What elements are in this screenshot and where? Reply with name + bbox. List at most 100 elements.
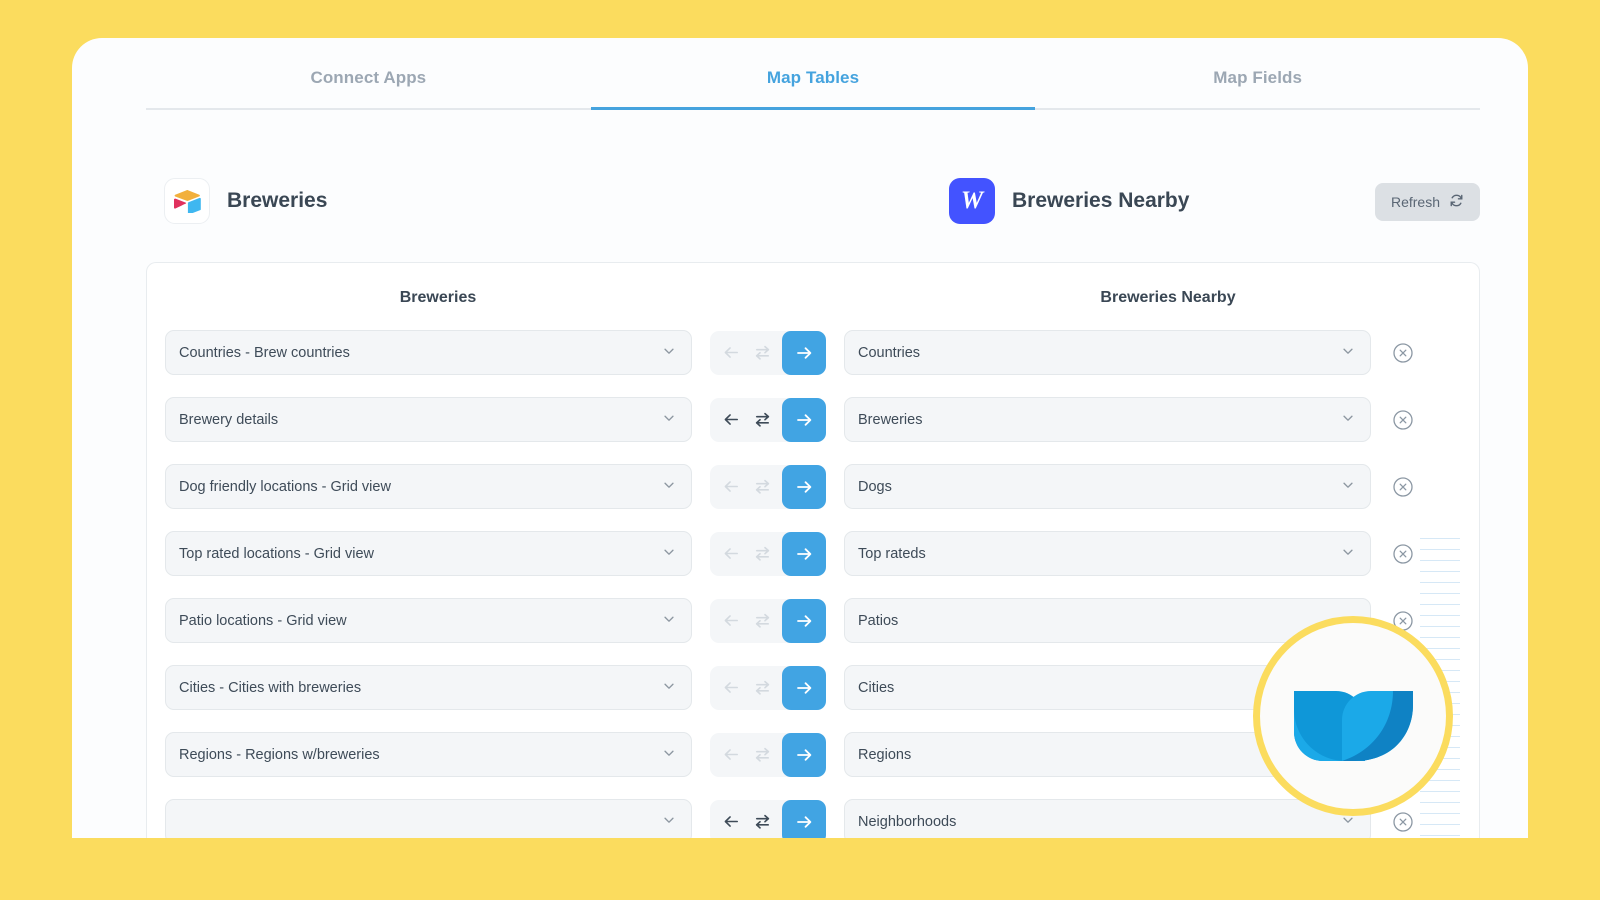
source-table-value: Countries - Brew countries <box>179 344 350 361</box>
sync-direction-left-button[interactable] <box>720 476 742 498</box>
destination-app-name: Breweries Nearby <box>1012 189 1190 212</box>
chevron-down-icon <box>1341 344 1355 362</box>
table-mapping-row: Countries - Brew countries Countries <box>147 319 1479 386</box>
destination-table-value: Top rateds <box>858 545 926 562</box>
destination-table-select[interactable]: Neighborhoods <box>844 799 1371 838</box>
sync-direction-left-button[interactable] <box>720 811 742 833</box>
webflow-icon: W <box>949 178 995 224</box>
sync-direction-group <box>710 665 826 710</box>
sync-direction-left-button[interactable] <box>720 677 742 699</box>
sync-direction-two-way-button[interactable] <box>751 409 773 431</box>
source-table-value: Top rated locations - Grid view <box>179 545 375 562</box>
sync-direction-left-button[interactable] <box>720 409 742 431</box>
sync-direction-group <box>710 464 826 509</box>
table-mapping-row: Top rated locations - Grid view Top rated… <box>147 520 1479 587</box>
airtable-icon <box>164 178 210 224</box>
destination-table-value: Countries <box>858 344 921 361</box>
destination-app: W Breweries Nearby <box>949 178 1189 224</box>
remove-mapping-button[interactable] <box>1391 810 1415 834</box>
chevron-down-icon <box>662 344 676 362</box>
sync-direction-two-way-button[interactable] <box>751 543 773 565</box>
source-table-value: Dog friendly locations - Grid view <box>179 478 391 495</box>
destination-table-value: Patios <box>858 612 899 629</box>
source-table-value: Cities - Cities with breweries <box>179 679 362 696</box>
destination-table-select[interactable]: Countries <box>844 330 1371 375</box>
table-mapping-row: Neighborhoods <box>147 788 1479 838</box>
sync-direction-right-button[interactable] <box>782 531 826 576</box>
refresh-button-label: Refresh <box>1390 194 1440 210</box>
destination-table-select[interactable]: Top rateds <box>844 531 1371 576</box>
sync-direction-two-way-button[interactable] <box>751 677 773 699</box>
source-table-select[interactable]: Cities - Cities with breweries <box>165 665 692 710</box>
sync-direction-right-button[interactable] <box>782 799 826 838</box>
source-table-select[interactable]: Countries - Brew countries <box>165 330 692 375</box>
sync-direction-two-way-button[interactable] <box>751 744 773 766</box>
source-table-select[interactable] <box>165 799 692 838</box>
column-header-destination: Breweries Nearby <box>1100 289 1236 306</box>
table-mapping-row: Dog friendly locations - Grid view Dogs <box>147 453 1479 520</box>
chevron-down-icon <box>662 679 676 697</box>
sync-direction-right-button[interactable] <box>782 732 826 777</box>
refresh-button[interactable]: Refresh <box>1374 183 1480 221</box>
chevron-down-icon <box>662 478 676 496</box>
source-table-select[interactable]: Regions - Regions w/breweries <box>165 732 692 777</box>
source-app: Breweries <box>164 178 327 224</box>
webflow-logo-letter: W <box>960 187 984 214</box>
sync-direction-right-button[interactable] <box>782 464 826 509</box>
destination-table-value: Neighborhoods <box>858 813 957 830</box>
destination-table-select[interactable]: Breweries <box>844 397 1371 442</box>
sync-direction-right-button[interactable] <box>782 397 826 442</box>
sync-direction-right-button[interactable] <box>782 598 826 643</box>
source-app-name: Breweries <box>227 189 328 212</box>
sync-direction-two-way-button[interactable] <box>751 610 773 632</box>
destination-table-select[interactable]: Dogs <box>844 464 1371 509</box>
source-table-select[interactable]: Patio locations - Grid view <box>165 598 692 643</box>
sync-direction-group <box>710 330 826 375</box>
sync-direction-group <box>710 531 826 576</box>
source-table-value: Brewery details <box>179 411 279 428</box>
tab-map-fields[interactable]: Map Fields <box>1035 68 1481 110</box>
chevron-down-icon <box>1341 478 1355 496</box>
sync-direction-left-button[interactable] <box>720 342 742 364</box>
chevron-down-icon <box>1341 545 1355 563</box>
sync-direction-left-button[interactable] <box>720 610 742 632</box>
chevron-down-icon <box>1341 411 1355 429</box>
chevron-down-icon <box>662 411 676 429</box>
chevron-down-icon <box>662 746 676 764</box>
source-table-select[interactable]: Brewery details <box>165 397 692 442</box>
apps-header-row: Breweries W Breweries Nearby Refresh <box>146 178 1480 240</box>
chevron-down-icon <box>662 545 676 563</box>
sync-direction-two-way-button[interactable] <box>751 811 773 833</box>
sync-direction-group <box>710 598 826 643</box>
sync-direction-right-button[interactable] <box>782 330 826 375</box>
sync-direction-left-button[interactable] <box>720 744 742 766</box>
column-header-source: Breweries <box>399 289 477 306</box>
destination-table-value: Dogs <box>858 478 892 495</box>
destination-table-value: Regions <box>858 746 912 763</box>
refresh-icon <box>1449 193 1464 211</box>
sync-direction-group <box>710 732 826 777</box>
remove-mapping-button[interactable] <box>1391 408 1415 432</box>
sync-direction-two-way-button[interactable] <box>751 476 773 498</box>
whalesync-leaf-logo <box>1253 616 1453 816</box>
chevron-down-icon <box>662 612 676 630</box>
table-mapping-row: Patio locations - Grid view Patios <box>147 587 1479 654</box>
remove-mapping-button[interactable] <box>1391 341 1415 365</box>
sync-direction-right-button[interactable] <box>782 665 826 710</box>
destination-table-value: Cities <box>858 679 895 696</box>
column-headers: Breweries Breweries Nearby <box>147 263 1479 319</box>
remove-mapping-button[interactable] <box>1391 475 1415 499</box>
sync-direction-left-button[interactable] <box>720 543 742 565</box>
tab-connect-apps[interactable]: Connect Apps <box>146 68 591 110</box>
remove-mapping-button[interactable] <box>1391 542 1415 566</box>
source-table-select[interactable]: Top rated locations - Grid view <box>165 531 692 576</box>
table-mapping-row: Brewery details Breweries <box>147 386 1479 453</box>
tab-map-tables[interactable]: Map Tables <box>590 68 1036 110</box>
sync-direction-two-way-button[interactable] <box>751 342 773 364</box>
source-table-select[interactable]: Dog friendly locations - Grid view <box>165 464 692 509</box>
source-table-value: Regions - Regions w/breweries <box>179 746 380 763</box>
destination-table-value: Breweries <box>858 411 923 428</box>
sync-direction-group <box>710 397 826 442</box>
sync-direction-group <box>710 799 826 838</box>
tab-bar: Connect Apps Map Tables Map Fields <box>146 68 1481 110</box>
